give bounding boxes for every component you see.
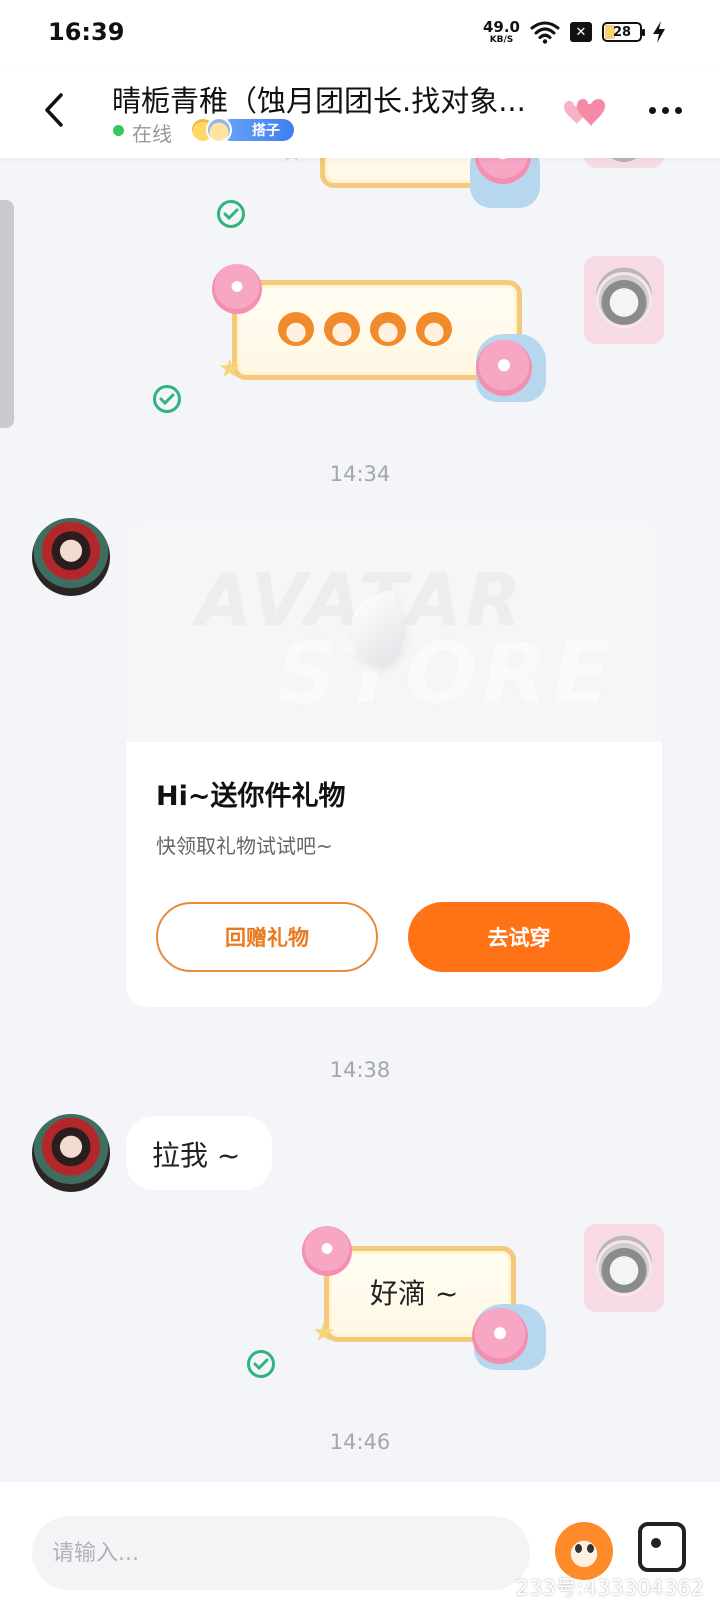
my-avatar[interactable] — [584, 256, 664, 344]
message-input[interactable] — [32, 1516, 530, 1590]
star-icon: ★ — [312, 1318, 336, 1348]
my-avatar[interactable] — [584, 1224, 664, 1312]
monkey-emoji-icon — [370, 312, 406, 346]
donut-mascot-icon — [476, 340, 532, 396]
network-speed-unit: KB/S — [489, 34, 514, 45]
return-gift-button[interactable]: 回赠礼物 — [156, 902, 378, 972]
monkey-emoji-icon — [416, 312, 452, 346]
my-avatar-partial[interactable] — [584, 158, 664, 168]
read-check-icon — [153, 385, 181, 413]
gift-card[interactable]: AVATAR STORE Hi~送你件礼物 快领取礼物试试吧~ 回赠礼物 去试穿 — [126, 520, 662, 1007]
input-bar: 233号:433304362 — [0, 1482, 720, 1612]
mascot-eye — [575, 1544, 582, 1553]
message-text: 好滴 ~ — [370, 1277, 459, 1310]
charging-icon — [653, 21, 665, 43]
more-options-button[interactable] — [640, 90, 690, 130]
hearts-icon[interactable] — [560, 94, 610, 134]
outgoing-sticker-bubble-partial: ★ — [280, 158, 560, 218]
online-indicator-icon — [113, 125, 124, 136]
read-check-icon — [247, 1350, 275, 1378]
contact-avatar[interactable] — [32, 518, 110, 596]
gift-title: Hi~送你件礼物 — [156, 781, 346, 812]
status-time: 16:39 — [48, 18, 125, 46]
message-list[interactable]: ★ ★ 14:34 AVATAR STORE Hi~送你件礼物 快领取礼物 — [0, 158, 720, 1482]
online-status: 在线 — [132, 122, 172, 146]
back-button[interactable] — [30, 84, 78, 136]
image-icon[interactable] — [638, 1522, 686, 1572]
wifi-icon — [530, 21, 560, 44]
monkey-emoji-icon — [278, 312, 314, 346]
user-id-watermark: 233号:433304362 — [515, 1576, 704, 1600]
banner-watermark: STORE — [276, 624, 615, 724]
read-check-icon — [217, 200, 245, 228]
status-bar: 16:39 49.0 KB/S ✕ 28 — [0, 0, 720, 66]
chevron-left-icon — [45, 93, 63, 127]
avatar-photo — [596, 1240, 652, 1296]
donut-mascot-icon — [472, 1308, 528, 1364]
star-icon: ★ — [218, 354, 242, 384]
timestamp: 14:34 — [329, 462, 391, 486]
chat-header: 晴栀青稚（蚀月团团长.找对象... 在线 搭子 — [0, 66, 720, 158]
sim-disabled-icon: ✕ — [570, 22, 592, 42]
gift-subtitle: 快领取礼物试试吧~ — [156, 834, 333, 858]
more-dot — [661, 106, 669, 114]
donut-mascot-icon — [212, 264, 262, 314]
network-speed-value: 49.0 — [482, 17, 520, 36]
battery-icon: 28 — [602, 22, 645, 42]
more-dots-icon — [648, 106, 656, 114]
avatar-photo — [596, 272, 652, 328]
try-on-button[interactable]: 去试穿 — [408, 902, 630, 972]
monkey-emoji-icon — [324, 312, 360, 346]
battery-level: 28 — [612, 24, 632, 40]
contact-name[interactable]: 晴栀青稚（蚀月团团长.找对象... — [112, 78, 562, 120]
timestamp: 14:38 — [329, 1058, 391, 1082]
cool-face-icon — [206, 117, 232, 143]
star-icon: ★ — [280, 158, 303, 168]
monkey-emoji-row — [278, 312, 452, 346]
message-text: 拉我 ~ — [152, 1139, 241, 1172]
contact-avatar[interactable] — [32, 1114, 110, 1192]
mascot-eye — [587, 1544, 594, 1553]
outgoing-emoji-bubble[interactable]: ★ — [206, 254, 556, 414]
gift-banner: AVATAR STORE — [126, 520, 662, 742]
status-icons: 49.0 KB/S ✕ 28 — [483, 16, 666, 48]
partner-badge[interactable]: 搭子 — [190, 117, 294, 143]
timestamp: 14:46 — [329, 1430, 391, 1454]
network-speed: 49.0 KB/S — [482, 17, 520, 45]
incoming-message-bubble[interactable]: 拉我 ~ — [126, 1116, 272, 1190]
donut-mascot-icon — [302, 1226, 352, 1276]
outgoing-message-bubble[interactable]: ★ 好滴 ~ — [298, 1220, 558, 1380]
more-dot — [674, 106, 682, 114]
